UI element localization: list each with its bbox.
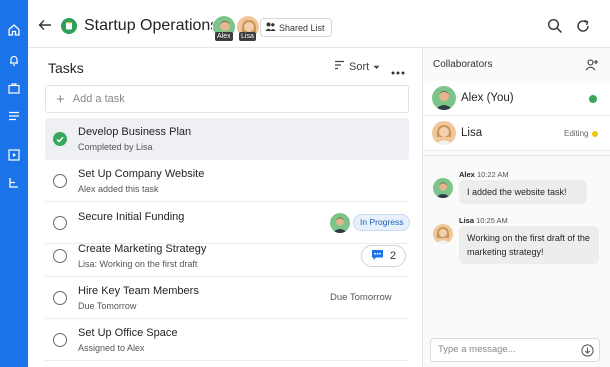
sort-button[interactable]: Sort bbox=[334, 60, 380, 73]
home-icon[interactable] bbox=[5, 21, 23, 39]
more-options-icon[interactable] bbox=[390, 64, 406, 75]
task-subtitle: Due Tomorrow bbox=[78, 301, 137, 311]
sort-label: Sort bbox=[349, 60, 370, 73]
collaborator-name: Lisa bbox=[461, 127, 483, 139]
send-icon[interactable] bbox=[581, 344, 594, 357]
task-checkbox[interactable] bbox=[53, 291, 67, 305]
task-row[interactable]: Hire Key Team Members Due Tomorrow Due T… bbox=[45, 277, 409, 319]
add-task-placeholder: Add a task bbox=[72, 93, 125, 105]
refresh-icon[interactable] bbox=[575, 18, 591, 34]
message-time: 10:22 AM bbox=[476, 170, 509, 179]
due-date: Due Tomorrow bbox=[330, 292, 392, 303]
collaborator-row[interactable]: Alex (You) bbox=[423, 81, 610, 116]
task-subtitle: Assigned to Alex bbox=[78, 343, 145, 353]
task-title: Create Marketing Strategy bbox=[78, 243, 207, 255]
task-title: Develop Business Plan bbox=[78, 126, 192, 138]
more-apps-icon[interactable] bbox=[6, 359, 22, 365]
collaborators-panel: Collaborators Alex (You) Lisa Editing Al… bbox=[423, 48, 610, 367]
tasks-heading: Tasks bbox=[48, 60, 84, 76]
people-icon bbox=[265, 22, 276, 33]
member-tag: Alex bbox=[215, 32, 233, 41]
briefcase-icon[interactable] bbox=[5, 79, 23, 97]
chat-message: Lisa 10:25 AM Working on the first draft… bbox=[433, 216, 603, 266]
task-checkbox[interactable] bbox=[53, 216, 67, 230]
tasks-panel: Tasks Sort + Add a task Develop Business… bbox=[28, 48, 422, 367]
message-meta: Lisa 10:25 AM bbox=[459, 216, 508, 225]
avatar bbox=[432, 121, 456, 145]
chevron-down-icon bbox=[373, 61, 380, 73]
shared-list-label: Shared List bbox=[279, 22, 325, 33]
comment-count: 2 bbox=[389, 250, 397, 262]
plus-icon: + bbox=[56, 90, 65, 108]
message-time: 10:25 AM bbox=[476, 216, 508, 225]
avatar bbox=[433, 224, 453, 244]
task-row[interactable]: Set Up Company Website Alex added this t… bbox=[45, 160, 409, 202]
play-square-icon[interactable] bbox=[5, 146, 23, 164]
app-header: Startup Operations Alex Lisa Shared List bbox=[28, 0, 610, 48]
divider bbox=[423, 155, 610, 156]
page-title: Startup Operations bbox=[84, 17, 219, 34]
member-tag: Lisa bbox=[239, 32, 256, 41]
message-bubble: I added the website task! bbox=[459, 180, 587, 204]
avatar bbox=[432, 86, 456, 110]
avatar bbox=[433, 178, 453, 198]
collaborator-row[interactable]: Lisa Editing bbox=[423, 116, 610, 151]
message-author: Lisa bbox=[459, 216, 475, 225]
tree-icon[interactable] bbox=[5, 174, 23, 192]
task-title: Set Up Company Website bbox=[78, 168, 205, 180]
status-badge[interactable]: In Progress bbox=[353, 214, 411, 231]
comments-button[interactable]: 2 bbox=[361, 245, 406, 267]
message-bubble: Working on the first draft of the market… bbox=[459, 226, 599, 264]
sort-icon bbox=[334, 60, 345, 73]
search-icon[interactable] bbox=[547, 18, 563, 34]
collaborators-heading: Collaborators bbox=[433, 59, 493, 70]
task-checkbox[interactable] bbox=[53, 333, 67, 347]
app-logo-icon bbox=[61, 18, 77, 34]
message-meta: Alex 10:22 AM bbox=[459, 170, 509, 179]
task-row[interactable]: Set Up Office Space Assigned to Alex bbox=[45, 319, 409, 361]
collaborator-status: Editing bbox=[564, 129, 589, 138]
left-rail bbox=[0, 0, 28, 367]
add-person-icon[interactable] bbox=[585, 58, 599, 72]
shared-list-button[interactable]: Shared List bbox=[260, 18, 332, 37]
task-subtitle: Alex added this task bbox=[78, 184, 159, 194]
task-title: Secure Initial Funding bbox=[78, 211, 185, 223]
task-checkbox[interactable] bbox=[53, 249, 67, 263]
back-arrow-icon[interactable] bbox=[37, 17, 53, 33]
task-subtitle: Lisa: Working on the first draft bbox=[78, 259, 198, 269]
chat-message: Alex 10:22 AM I added the website task! bbox=[433, 170, 603, 210]
task-title: Hire Key Team Members bbox=[78, 285, 199, 297]
message-author: Alex bbox=[459, 170, 475, 179]
task-subtitle: Completed by Lisa bbox=[78, 142, 153, 152]
editing-status-dot bbox=[592, 131, 598, 137]
completed-check-icon[interactable] bbox=[53, 132, 67, 146]
assignee-avatar bbox=[330, 213, 350, 233]
message-input[interactable]: Type a message... bbox=[430, 338, 600, 362]
bell-icon[interactable] bbox=[5, 51, 23, 69]
comment-icon bbox=[371, 249, 384, 264]
collaborator-name: Alex (You) bbox=[461, 92, 514, 104]
task-row[interactable]: Create Marketing Strategy Lisa: Working … bbox=[45, 235, 409, 277]
task-title: Set Up Office Space bbox=[78, 327, 178, 339]
add-task-input[interactable]: + Add a task bbox=[45, 85, 409, 113]
task-row[interactable]: Develop Business Plan Completed by Lisa bbox=[45, 118, 409, 160]
list-icon[interactable] bbox=[5, 107, 23, 125]
online-status-dot bbox=[589, 95, 597, 103]
task-checkbox[interactable] bbox=[53, 174, 67, 188]
